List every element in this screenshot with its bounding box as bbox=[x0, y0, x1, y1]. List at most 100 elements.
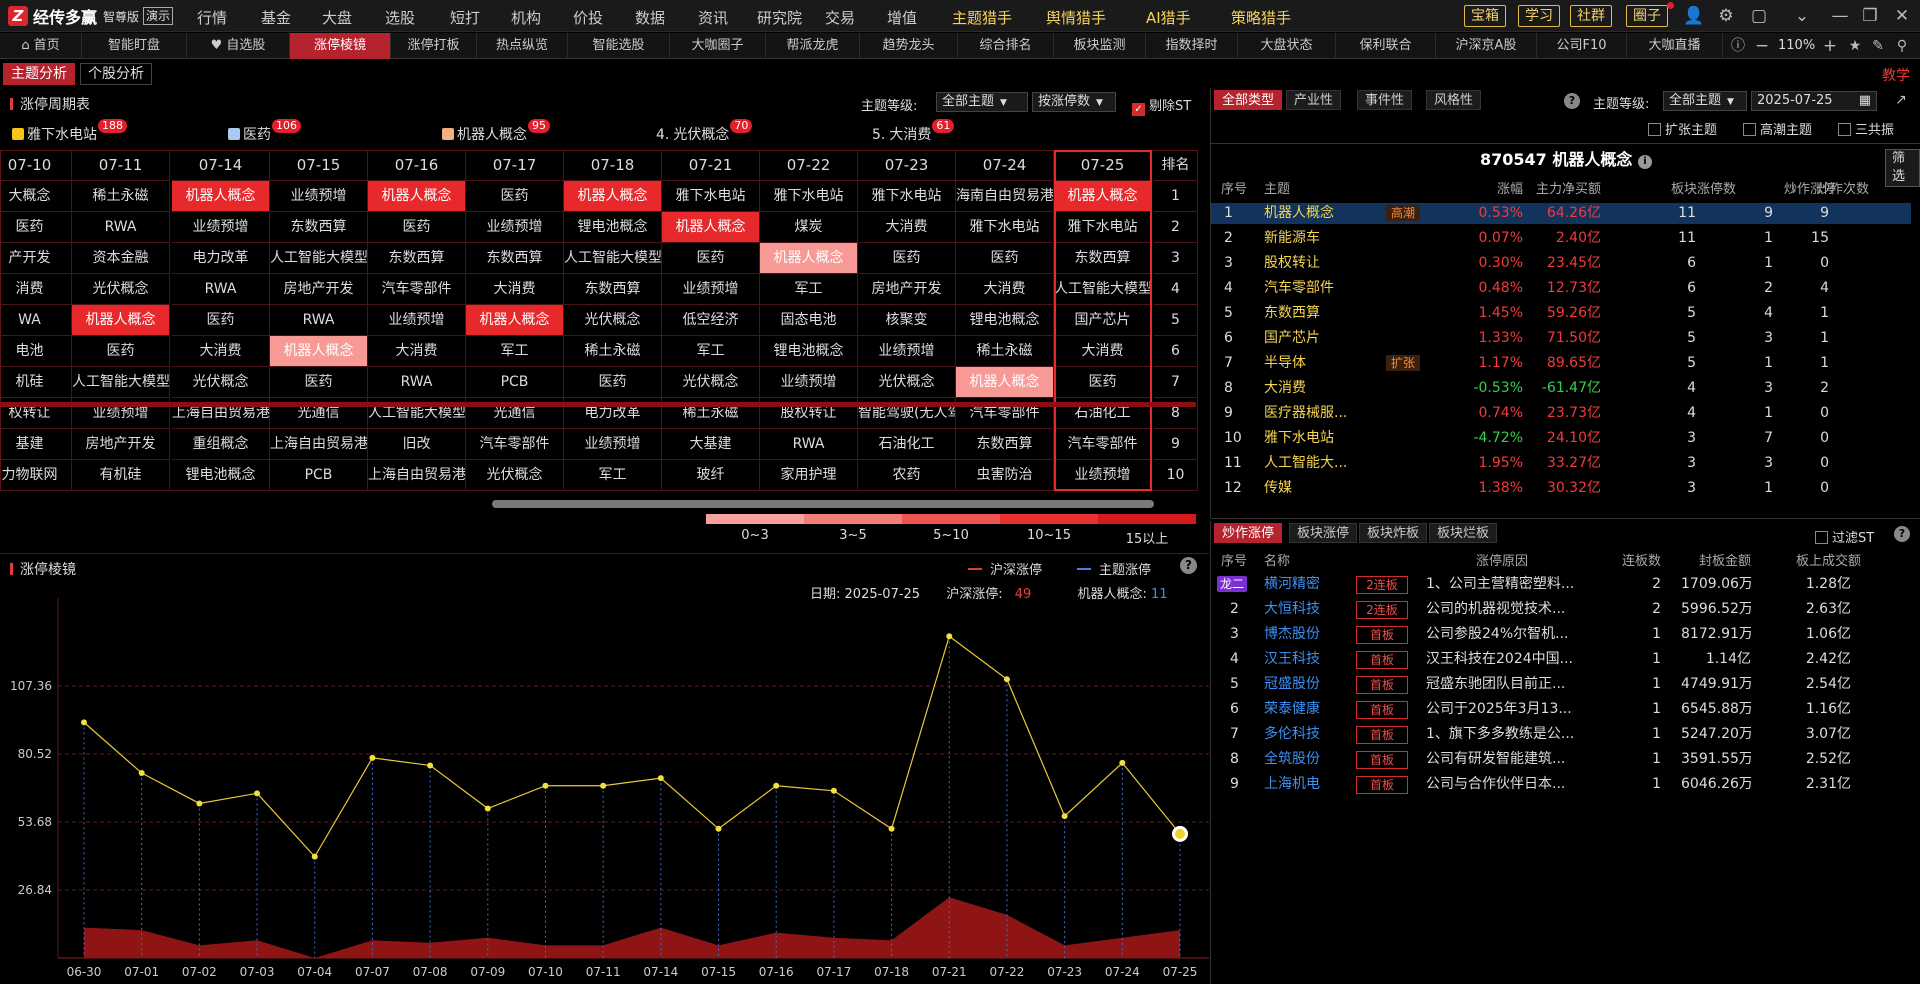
theme-name[interactable]: 东数西算 bbox=[1264, 303, 1364, 324]
top-menu-item[interactable]: AI猎手 bbox=[1146, 7, 1191, 28]
date-column-header[interactable]: 07-21 bbox=[662, 150, 760, 181]
data-point[interactable] bbox=[1003, 676, 1010, 683]
data-point[interactable] bbox=[484, 805, 491, 812]
cycle-cell[interactable]: 军工 bbox=[662, 336, 760, 367]
stock-table-header-cell[interactable]: 序号 bbox=[1221, 551, 1253, 572]
cycle-cell[interactable]: 稀土永磁 bbox=[956, 336, 1054, 367]
pin-icon[interactable]: ⚲ bbox=[1892, 36, 1912, 56]
help-icon[interactable]: ? bbox=[1180, 557, 1197, 574]
user-icon[interactable]: 👤 bbox=[1683, 6, 1704, 26]
cycle-cell[interactable]: 大基建 bbox=[662, 429, 760, 460]
theme-row[interactable]: 12 传媒 1.38% 30.32亿 3 1 0 bbox=[1211, 478, 1911, 499]
nav-tab[interactable]: 综合排名 bbox=[958, 33, 1054, 59]
cycle-cell[interactable]: 机器人概念 bbox=[270, 336, 368, 367]
filter-st-checkbox[interactable]: 过滤ST bbox=[1815, 527, 1874, 546]
stock-name[interactable]: 大恒科技 bbox=[1264, 599, 1344, 620]
theme-row[interactable]: 8 大消费 -0.53% -61.47亿 4 3 2 bbox=[1211, 378, 1911, 399]
help-icon[interactable]: ? bbox=[1894, 526, 1910, 542]
stock-table-header-cell[interactable]: 涨停原因 bbox=[1476, 551, 1576, 572]
tab-theme-analysis[interactable]: 主题分析 bbox=[3, 63, 75, 85]
cycle-cell[interactable]: 玻纤 bbox=[662, 460, 760, 491]
top-menu-item[interactable]: 大盘 bbox=[322, 7, 352, 28]
date-column-header[interactable]: 07-25 bbox=[1054, 150, 1152, 181]
nav-tab[interactable]: 趋势龙头 bbox=[860, 33, 958, 59]
theme-table-header-cell[interactable]: 主题 bbox=[1264, 179, 1384, 200]
cycle-cell[interactable]: 医药 bbox=[270, 367, 368, 398]
limit-up-reason[interactable]: 公司的机器视觉技术... bbox=[1426, 599, 1576, 620]
data-point[interactable] bbox=[369, 754, 376, 761]
date-column-header[interactable]: 07-16 bbox=[368, 150, 466, 181]
stock-row[interactable]: 7 多伦科技 首板 1、旗下多多教练是公... 1 5247.20万 3.07亿 bbox=[1211, 724, 1911, 745]
cycle-cell[interactable]: 业绩预增 bbox=[466, 212, 564, 243]
theme-name[interactable]: 医疗器械服... bbox=[1264, 403, 1364, 424]
theme-row[interactable]: 5 东数西算 1.45% 59.26亿 5 4 1 bbox=[1211, 303, 1911, 324]
theme-table-header-cell[interactable]: 主力净买额 bbox=[1501, 179, 1601, 200]
theme-name[interactable]: 雅下水电站 bbox=[1264, 428, 1364, 449]
limit-up-reason[interactable]: 汉王科技在2024中国... bbox=[1426, 649, 1576, 670]
cycle-cell[interactable]: 东数西算 bbox=[956, 429, 1054, 460]
top-menu-item[interactable]: 策略猎手 bbox=[1231, 7, 1291, 28]
help-icon[interactable]: ? bbox=[1564, 93, 1580, 109]
theme-name[interactable]: 半导体 bbox=[1264, 353, 1364, 374]
stock-row[interactable]: 4 汉王科技 首板 汉王科技在2024中国... 1 1.14亿 2.42亿 bbox=[1211, 649, 1911, 670]
cycle-cell[interactable]: 医药 bbox=[466, 181, 564, 212]
stock-row[interactable]: 6 荣泰健康 首板 公司于2025年3月13... 1 6545.88万 1.16亿 bbox=[1211, 699, 1911, 720]
cycle-cell[interactable]: 军工 bbox=[466, 336, 564, 367]
close-icon[interactable]: ✕ bbox=[1892, 6, 1912, 26]
top-right-button[interactable]: 圈子 bbox=[1626, 5, 1668, 27]
theme-type-tab[interactable]: 全部类型 bbox=[1214, 90, 1283, 110]
stock-name[interactable]: 多伦科技 bbox=[1264, 724, 1344, 745]
theme-row[interactable]: 11 人工智能大... 1.95% 33.27亿 3 3 0 bbox=[1211, 453, 1911, 474]
data-point[interactable] bbox=[1061, 813, 1068, 820]
cycle-cell[interactable]: 军工 bbox=[564, 460, 662, 491]
stock-name[interactable]: 横河精密 bbox=[1264, 574, 1344, 595]
theme-row[interactable]: 7 半导体 扩张 1.17% 89.65亿 5 1 1 bbox=[1211, 353, 1911, 374]
tutorial-link[interactable]: 教学 bbox=[1882, 65, 1910, 85]
cycle-cell[interactable]: 电池 bbox=[0, 336, 72, 367]
data-point[interactable] bbox=[542, 782, 549, 789]
cycle-cell[interactable]: 光伏概念 bbox=[72, 274, 170, 305]
limit-up-reason[interactable]: 1、旗下多多教练是公... bbox=[1426, 724, 1576, 745]
stock-type-tab[interactable]: 板块涨停 bbox=[1289, 523, 1358, 543]
cycle-cell[interactable]: 虫害防治 bbox=[956, 460, 1054, 491]
nav-tab[interactable]: 公司F10 bbox=[1537, 33, 1627, 59]
cycle-cell[interactable]: 消费 bbox=[0, 274, 72, 305]
cycle-cell[interactable]: 人工智能大模型 bbox=[564, 243, 662, 274]
stock-table-header-cell[interactable]: 封板金额 bbox=[1681, 551, 1751, 572]
cycle-cell[interactable]: 光伏概念 bbox=[172, 367, 270, 398]
cycle-cell[interactable]: 电力改革 bbox=[172, 243, 270, 274]
cycle-cell[interactable]: 房地产开发 bbox=[270, 274, 368, 305]
theme-row[interactable]: 3 股权转让 0.30% 23.45亿 6 1 0 bbox=[1211, 253, 1911, 274]
nav-tab[interactable]: 帮派龙虎 bbox=[766, 33, 860, 59]
cycle-cell[interactable]: 医药 bbox=[858, 243, 956, 274]
theme-table-header-cell[interactable]: 炒作次数 bbox=[1799, 179, 1869, 200]
data-point[interactable] bbox=[1119, 759, 1126, 766]
cycle-cell[interactable]: 光伏概念 bbox=[858, 367, 956, 398]
selected-point[interactable] bbox=[1175, 828, 1185, 839]
cycle-cell[interactable]: 大消费 bbox=[172, 336, 270, 367]
stock-table-header-cell[interactable]: 连板数 bbox=[1601, 551, 1661, 572]
horizontal-scrollbar[interactable] bbox=[492, 500, 1154, 508]
date-picker[interactable]: 2025-07-25 ▦ bbox=[1751, 91, 1877, 111]
theme-name[interactable]: 国产芯片 bbox=[1264, 328, 1364, 349]
minimize-icon[interactable]: — bbox=[1830, 6, 1850, 26]
star-icon[interactable]: ★ bbox=[1845, 36, 1865, 56]
cycle-cell[interactable]: 房地产开发 bbox=[858, 274, 956, 305]
theme-row[interactable]: 10 雅下水电站 -4.72% 24.10亿 3 7 0 bbox=[1211, 428, 1911, 449]
cycle-cell[interactable]: 锂电池概念 bbox=[760, 336, 858, 367]
cycle-cell[interactable]: 医药 bbox=[368, 212, 466, 243]
nav-tab[interactable]: 涨停棱镜 bbox=[290, 33, 391, 59]
top-theme-tag[interactable]: 4. 光伏概念70 bbox=[656, 119, 753, 144]
stock-name[interactable]: 全筑股份 bbox=[1264, 749, 1344, 770]
cycle-cell[interactable]: 锂电池概念 bbox=[956, 305, 1054, 336]
cycle-cell[interactable]: 医药 bbox=[172, 305, 270, 336]
cycle-cell[interactable]: RWA bbox=[72, 212, 170, 243]
top-menu-item[interactable]: 基金 bbox=[261, 7, 291, 28]
theme-name[interactable]: 新能源车 bbox=[1264, 228, 1364, 249]
cycle-cell[interactable]: 雅下水电站 bbox=[662, 181, 760, 212]
cycle-cell[interactable]: 机器人概念 bbox=[172, 181, 270, 212]
cycle-cell[interactable]: 机器人概念 bbox=[956, 367, 1054, 398]
nav-tab[interactable]: ⌂ 首页 bbox=[0, 33, 82, 59]
cycle-cell[interactable]: 光伏概念 bbox=[466, 460, 564, 491]
stock-name[interactable]: 荣泰健康 bbox=[1264, 699, 1344, 720]
